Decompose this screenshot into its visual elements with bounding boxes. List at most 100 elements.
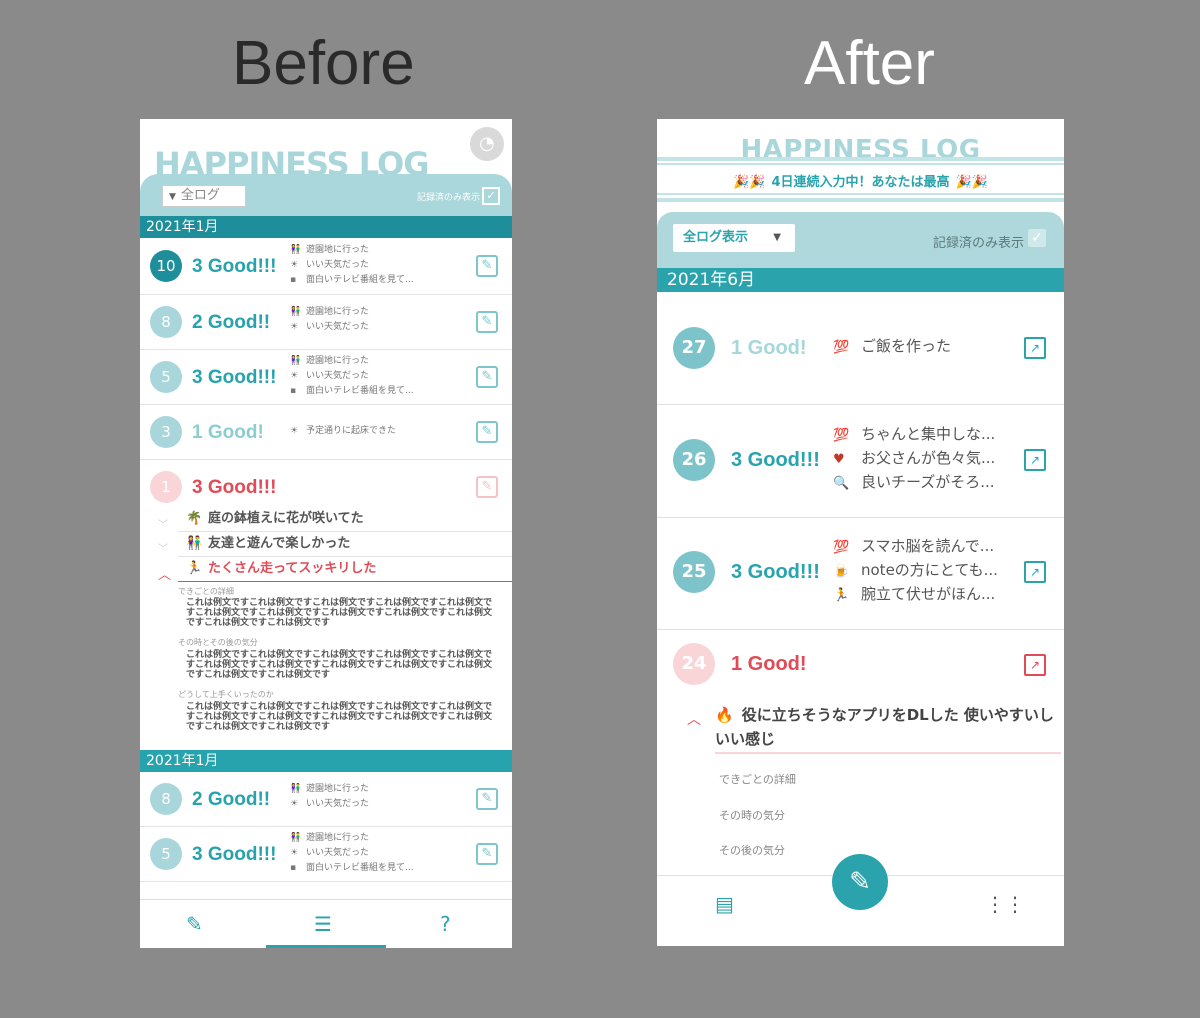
month-header: 2021年1月 (140, 750, 512, 772)
chevron-down-icon[interactable]: ﹀ (158, 516, 168, 531)
log-filter-select[interactable]: ▼ 全ログ (162, 185, 246, 207)
grid-menu-icon[interactable]: ⋮⋮ (985, 892, 1025, 916)
open-detail-icon[interactable]: ↗ (1024, 449, 1046, 471)
chevron-down-icon[interactable]: ﹀ (158, 540, 168, 555)
after-mood-label: その後の気分 (719, 844, 785, 857)
open-detail-icon[interactable]: ↗ (1024, 561, 1046, 583)
list-icon[interactable]: ☰ (314, 912, 332, 936)
detail-text: これは例文ですこれは例文ですこれは例文ですこれは例文ですこれは例文ですこれは例文… (186, 598, 493, 628)
dropdown-caret-icon: ▼ (773, 232, 781, 243)
sun-icon: ☀ (290, 260, 299, 270)
runner-icon: 🏃 (186, 561, 203, 576)
item-list: 👫 遊園地に行った ☀ いい天気だった ▪ 面白いテレビ番組を見て... (290, 243, 414, 288)
log-row[interactable]: 8 2 Good!! 👫 遊園地に行った ☀ いい天気だった ✎ (140, 295, 512, 350)
edit-icon[interactable]: ✎ (476, 788, 498, 810)
item-list: 👫 遊園地に行った ☀ いい天気だった (290, 305, 369, 335)
good-count: 3 Good!!! (731, 449, 820, 471)
log-row[interactable]: 27 1 Good! 💯 ご飯を作った ↗ (657, 292, 1064, 405)
day-badge: 26 (673, 439, 715, 481)
mood-text: これは例文ですこれは例文ですこれは例文ですこれは例文ですこれは例文ですこれは例文… (186, 650, 493, 680)
sub-item[interactable]: 🌴 庭の鉢植えに花が咲いてた (178, 507, 512, 532)
beer-icon: 🍺 (833, 564, 850, 579)
recorded-only-checkbox[interactable]: ✓ (482, 187, 500, 205)
person-icon: 🏃 (833, 588, 850, 603)
log-row[interactable]: 5 3 Good!!! 👫 遊園地に行った ☀ いい天気だった ▪ 面白いテレビ番組を… (140, 350, 512, 405)
divider (657, 157, 1064, 161)
flame-icon: 🔥 (715, 706, 734, 724)
edit-icon[interactable]: ✎ (476, 421, 498, 443)
chevron-up-icon[interactable]: ︿ (158, 564, 171, 583)
bottom-nav: ▤ ✎ ⋮⋮ (657, 854, 1064, 946)
write-fab-button[interactable]: ✎ (832, 854, 888, 910)
edit-icon[interactable]: ✎ (476, 843, 498, 865)
item-list: 💯 ちゃんと集中しな... ♥ お父さんが色々気... 🔍 良いチーズがそろ... (833, 423, 995, 495)
hundred-points-icon: 💯 (833, 340, 850, 355)
chevron-up-icon[interactable]: ︿ (687, 709, 701, 729)
divider (657, 198, 1064, 202)
recorded-only-checkbox[interactable]: ✓ (1028, 229, 1046, 247)
before-heading: Before (232, 29, 415, 98)
divider (657, 193, 1064, 195)
chart-icon[interactable]: ◔ (470, 127, 504, 161)
log-row[interactable]: 25 3 Good!!! 💯 スマホ脳を読んで... 🍺 noteの方にとても...… (657, 517, 1064, 630)
log-row[interactable]: 8 2 Good!! 👫 遊園地に行った ☀ いい天気だった ✎ (140, 772, 512, 827)
item-list: 💯 スマホ脳を読んで... 🍺 noteの方にとても... 🏃 腕立て伏せがほん... (833, 535, 998, 607)
people-icon: 👫 (290, 307, 302, 317)
people-icon: 👫 (186, 536, 203, 551)
good-count: 3 Good!!! (192, 477, 277, 498)
bottom-nav: ✎ ☰ ? (140, 899, 512, 948)
log-row[interactable]: 26 3 Good!!! 💯 ちゃんと集中しな... ♥ お父さんが色々気... 🔍… (657, 405, 1064, 518)
hundred-points-icon: 💯 (833, 540, 850, 555)
sun-icon: ☀ (290, 322, 299, 332)
sun-icon: ☀ (290, 799, 299, 809)
filter-bar: 全ログ表示 ▼ 記録済のみ表示 ✓ (657, 212, 1064, 268)
day-badge: 10 (150, 250, 182, 282)
before-screen: HAPPINESS LOG ◔ ▼ 全ログ 記録済のみ表示 ✓ 2021年1月 1… (140, 119, 512, 948)
divider (715, 752, 1061, 754)
log-row[interactable]: 3 1 Good! ☀ 予定通りに起床できた ✎ (140, 405, 512, 460)
good-count: 3 Good!!! (192, 367, 277, 388)
good-count: 1 Good! (192, 422, 264, 443)
detail-label: できごとの詳細 (719, 773, 796, 786)
palm-tree-icon: 🌴 (186, 511, 203, 526)
open-detail-icon[interactable]: ↗ (1024, 654, 1046, 676)
help-icon[interactable]: ? (440, 912, 451, 936)
party-popper-icon: 🎉🎉 (733, 175, 766, 190)
sub-item-active[interactable]: 🏃 たくさん走ってスッキリした (178, 557, 512, 582)
log-filter-select[interactable]: 全ログ表示 ▼ (673, 224, 795, 252)
day-badge: 8 (150, 783, 182, 815)
log-row[interactable]: 5 3 Good!!! 👫 遊園地に行った ☀ いい天気だった ▪ 面白いテレビ番組を… (140, 827, 512, 882)
log-row[interactable]: 10 3 Good!!! 👫 遊園地に行った ☀ いい天気だった ▪ 面白いテレビ番組… (140, 238, 512, 295)
filter-bar: ▼ 全ログ 記録済のみ表示 ✓ (140, 174, 512, 216)
open-detail-icon[interactable]: ↗ (1024, 337, 1046, 359)
filter-label: 全ログ表示 (683, 230, 749, 245)
notebook-icon[interactable]: ▤ (715, 892, 734, 916)
sub-item[interactable]: 👫 友達と遊んで楽しかった (178, 532, 512, 557)
detail-label: できごとの詳細 (178, 587, 234, 596)
divider (657, 163, 1064, 165)
recorded-only-label: 記録済のみ表示 (416, 193, 480, 203)
write-icon[interactable]: ✎ (186, 912, 203, 936)
people-icon: 👫 (290, 356, 302, 366)
tv-icon: ▪ (290, 863, 297, 873)
day-badge: 3 (150, 416, 182, 448)
day-badge: 5 (150, 361, 182, 393)
day-badge: 8 (150, 306, 182, 338)
mood-label: その時とその後の気分 (178, 638, 258, 647)
good-count: 1 Good! (731, 337, 807, 359)
streak-banner: 🎉🎉 4日連続入力中！あなたは最高 🎉🎉 (733, 175, 988, 190)
month-header: 2021年6月 (657, 268, 1064, 292)
reason-label: どうして上手くいったのか (178, 690, 274, 699)
tv-icon: ▪ (290, 386, 297, 396)
month-header: 2021年1月 (140, 216, 512, 238)
magnifier-icon: 🔍 (833, 476, 850, 491)
item-list: 👫 遊園地に行った ☀ いい天気だった ▪ 面白いテレビ番組を見て... (290, 354, 414, 399)
edit-icon[interactable]: ✎ (476, 366, 498, 388)
reason-text: これは例文ですこれは例文ですこれは例文ですこれは例文ですこれは例文ですこれは例文… (186, 702, 493, 732)
tv-icon: ▪ (290, 275, 297, 285)
edit-icon[interactable]: ✎ (476, 311, 498, 333)
sun-icon: ☀ (290, 848, 299, 858)
detail-title[interactable]: 🔥 役に立ちそうなアプリをDLした 使いやすいしいい感じ (715, 703, 1060, 751)
edit-icon[interactable]: ✎ (476, 476, 498, 498)
edit-icon[interactable]: ✎ (476, 255, 498, 277)
